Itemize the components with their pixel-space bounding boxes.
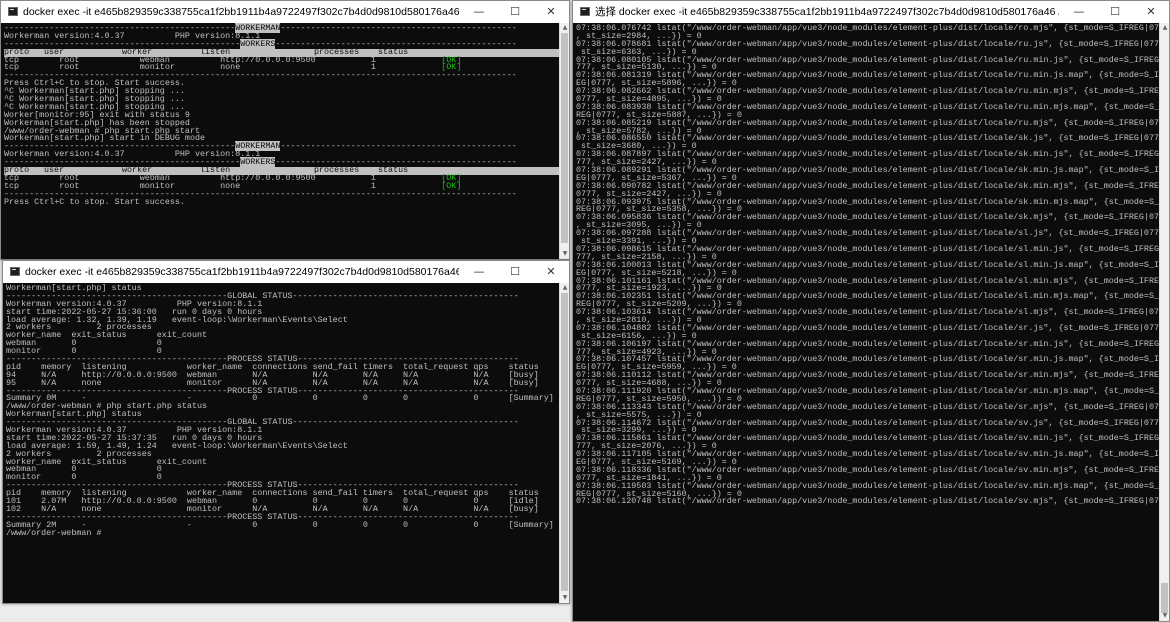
close-button[interactable]: ✕: [533, 261, 569, 283]
console-icon: [10, 267, 20, 276]
terminal-window-top-left[interactable]: docker exec -it e465b829359c338755ca1f2b…: [0, 0, 570, 260]
scroll-down-icon[interactable]: ▼: [561, 250, 569, 258]
terminal-output[interactable]: ----------------------------------------…: [1, 23, 559, 259]
scroll-up-icon[interactable]: ▲: [1161, 24, 1169, 32]
window-titlebar[interactable]: docker exec -it e465b829359c338755ca1f2b…: [3, 261, 569, 283]
terminal-output[interactable]: Workerman[start.php] status -------------…: [3, 283, 559, 603]
console-icon: [8, 7, 18, 16]
terminal-window-right[interactable]: 选择 docker exec -it e465b829359c338755ca1…: [572, 0, 1170, 622]
window-title: docker exec -it e465b829359c338755ca1f2b…: [25, 266, 459, 278]
minimize-button[interactable]: —: [461, 1, 497, 23]
terminal-line: Press Ctrl+C to stop. Start success.: [4, 196, 185, 207]
scroll-thumb[interactable]: [1161, 583, 1168, 613]
terminal-window-bottom-left[interactable]: docker exec -it e465b829359c338755ca1f2b…: [2, 260, 570, 604]
terminal-line: /www/order-webman #: [6, 527, 102, 538]
scroll-up-icon[interactable]: ▲: [561, 24, 569, 32]
minimize-button[interactable]: —: [461, 261, 497, 283]
terminal-line: ----------------------------------------…: [4, 157, 517, 168]
terminal-line: ----------------------------------------…: [4, 38, 517, 49]
maximize-button[interactable]: ☐: [1097, 1, 1133, 23]
window-title: docker exec -it e465b829359c338755ca1f2b…: [23, 6, 459, 18]
window-titlebar[interactable]: docker exec -it e465b829359c338755ca1f2b…: [1, 1, 569, 23]
window-title: 选择 docker exec -it e465b829359c338755ca1…: [595, 6, 1059, 18]
terminal-line: 07:38:06.120748 lstat("/www/order-webman…: [576, 496, 1159, 507]
scroll-thumb[interactable]: [561, 293, 568, 591]
scroll-thumb[interactable]: [561, 33, 568, 243]
maximize-button[interactable]: ☐: [497, 261, 533, 283]
scrollbar[interactable]: ▲ ▼: [1159, 23, 1169, 621]
minimize-button[interactable]: —: [1061, 1, 1097, 23]
maximize-button[interactable]: ☐: [497, 1, 533, 23]
terminal-output[interactable]: 07:38:06.076742 lstat("/www/order-webman…: [573, 23, 1159, 621]
scroll-down-icon[interactable]: ▼: [561, 594, 569, 602]
scroll-up-icon[interactable]: ▲: [561, 284, 569, 292]
window-titlebar[interactable]: 选择 docker exec -it e465b829359c338755ca1…: [573, 1, 1169, 23]
scrollbar[interactable]: ▲ ▼: [559, 283, 569, 603]
scrollbar[interactable]: ▲ ▼: [559, 23, 569, 259]
close-button[interactable]: ✕: [533, 1, 569, 23]
close-button[interactable]: ✕: [1133, 1, 1169, 23]
scroll-down-icon[interactable]: ▼: [1161, 612, 1169, 620]
console-icon: [580, 7, 590, 16]
